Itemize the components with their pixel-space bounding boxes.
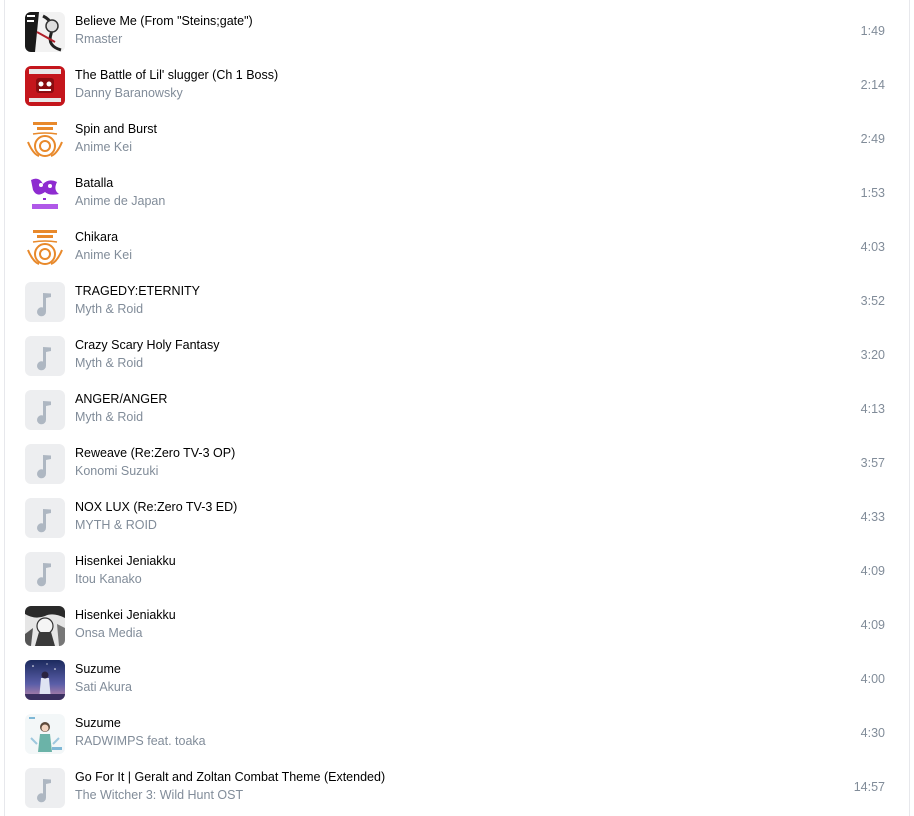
track-title[interactable]: Crazy Scary Holy Fantasy [75, 338, 219, 352]
mono-anime-cover[interactable] [25, 606, 65, 646]
music-note-icon [37, 347, 51, 371]
orange-swirl-cover[interactable] [25, 120, 65, 160]
track-list: Believe Me (From "Steins;gate") Rmaster … [4, 0, 910, 816]
track-duration: 4:09 [860, 564, 885, 578]
track-duration: 4:09 [860, 618, 885, 632]
orange-swirl-cover[interactable] [25, 228, 65, 268]
track-artist[interactable]: Sati Akura [75, 680, 132, 694]
music-note-icon [37, 563, 51, 587]
track-duration: 3:57 [860, 456, 885, 470]
pastel-figure-cover[interactable] [25, 714, 65, 754]
track-row[interactable]: Spin and Burst Anime Kei 2:49 [5, 110, 909, 164]
track-row[interactable]: TRAGEDY:ETERNITY Myth & Roid 3:52 [5, 272, 909, 326]
track-artist[interactable]: Myth & Roid [75, 302, 143, 316]
track-artist[interactable]: The Witcher 3: Wild Hunt OST [75, 788, 243, 802]
track-title[interactable]: NOX LUX (Re:Zero TV-3 ED) [75, 500, 237, 514]
music-note-placeholder[interactable] [25, 498, 65, 538]
track-artist[interactable]: MYTH & ROID [75, 518, 157, 532]
track-artist[interactable]: Anime Kei [75, 248, 132, 262]
track-duration: 1:49 [860, 24, 885, 38]
track-artist[interactable]: RADWIMPS feat. toaka [75, 734, 206, 748]
track-duration: 4:03 [860, 240, 885, 254]
track-artist[interactable]: Rmaster [75, 32, 122, 46]
track-row[interactable]: Hisenkei Jeniakku Onsa Media 4:09 [5, 596, 909, 650]
track-row[interactable]: Suzume RADWIMPS feat. toaka 4:30 [5, 704, 909, 758]
track-duration: 4:13 [860, 402, 885, 416]
track-duration: 14:57 [853, 780, 885, 794]
track-title[interactable]: Hisenkei Jeniakku [75, 608, 176, 622]
track-duration: 1:53 [860, 186, 885, 200]
track-row[interactable]: Crazy Scary Holy Fantasy Myth & Roid 3:2… [5, 326, 909, 380]
track-artist[interactable]: Myth & Roid [75, 410, 143, 424]
track-row[interactable]: Go For It | Geralt and Zoltan Combat The… [5, 758, 909, 812]
music-note-placeholder[interactable] [25, 444, 65, 484]
music-note-placeholder[interactable] [25, 282, 65, 322]
track-title[interactable]: ANGER/ANGER [75, 392, 167, 406]
track-duration: 2:49 [860, 132, 885, 146]
track-row[interactable]: Chikara Anime Kei 4:03 [5, 218, 909, 272]
track-duration: 3:52 [860, 294, 885, 308]
track-title[interactable]: Go For It | Geralt and Zoltan Combat The… [75, 770, 385, 784]
track-artist[interactable]: Anime Kei [75, 140, 132, 154]
manga-art-cover[interactable] [25, 12, 65, 52]
track-artist[interactable]: Konomi Suzuki [75, 464, 158, 478]
track-duration: 4:33 [860, 510, 885, 524]
night-sky-cover[interactable] [25, 660, 65, 700]
music-note-icon [37, 509, 51, 533]
music-note-placeholder[interactable] [25, 768, 65, 808]
track-row[interactable]: Hisenkei Jeniakku Itou Kanako 4:09 [5, 542, 909, 596]
track-row[interactable]: Reweave (Re:Zero TV-3 OP) Konomi Suzuki … [5, 434, 909, 488]
track-duration: 2:14 [860, 78, 885, 92]
track-title[interactable]: Batalla [75, 176, 113, 190]
music-note-icon [37, 293, 51, 317]
track-row[interactable]: Suzume Sati Akura 4:00 [5, 650, 909, 704]
track-row[interactable]: Believe Me (From "Steins;gate") Rmaster … [5, 2, 909, 56]
track-title[interactable]: Believe Me (From "Steins;gate") [75, 14, 253, 28]
track-artist[interactable]: Itou Kanako [75, 572, 142, 586]
track-title[interactable]: Spin and Burst [75, 122, 157, 136]
track-duration: 4:30 [860, 726, 885, 740]
purple-sketch-cover[interactable] [25, 174, 65, 214]
track-duration: 3:20 [860, 348, 885, 362]
music-note-icon [37, 455, 51, 479]
track-title[interactable]: Suzume [75, 716, 121, 730]
track-artist[interactable]: Myth & Roid [75, 356, 143, 370]
track-title[interactable]: Chikara [75, 230, 118, 244]
track-row[interactable]: NOX LUX (Re:Zero TV-3 ED) MYTH & ROID 4:… [5, 488, 909, 542]
track-title[interactable]: TRAGEDY:ETERNITY [75, 284, 200, 298]
music-note-icon [37, 401, 51, 425]
track-artist[interactable]: Anime de Japan [75, 194, 165, 208]
music-note-icon [37, 779, 51, 803]
music-note-placeholder[interactable] [25, 336, 65, 376]
track-title[interactable]: Suzume [75, 662, 121, 676]
track-title[interactable]: Hisenkei Jeniakku [75, 554, 176, 568]
track-row[interactable]: ANGER/ANGER Myth & Roid 4:13 [5, 380, 909, 434]
track-duration: 4:00 [860, 672, 885, 686]
track-artist[interactable]: Onsa Media [75, 626, 142, 640]
music-note-placeholder[interactable] [25, 552, 65, 592]
track-title[interactable]: The Battle of Lil' slugger (Ch 1 Boss) [75, 68, 278, 82]
track-row[interactable]: Batalla Anime de Japan 1:53 [5, 164, 909, 218]
track-title[interactable]: Reweave (Re:Zero TV-3 OP) [75, 446, 235, 460]
music-note-placeholder[interactable] [25, 390, 65, 430]
track-row[interactable]: The Battle of Lil' slugger (Ch 1 Boss) D… [5, 56, 909, 110]
track-artist[interactable]: Danny Baranowsky [75, 86, 183, 100]
red-game-cover[interactable] [25, 66, 65, 106]
